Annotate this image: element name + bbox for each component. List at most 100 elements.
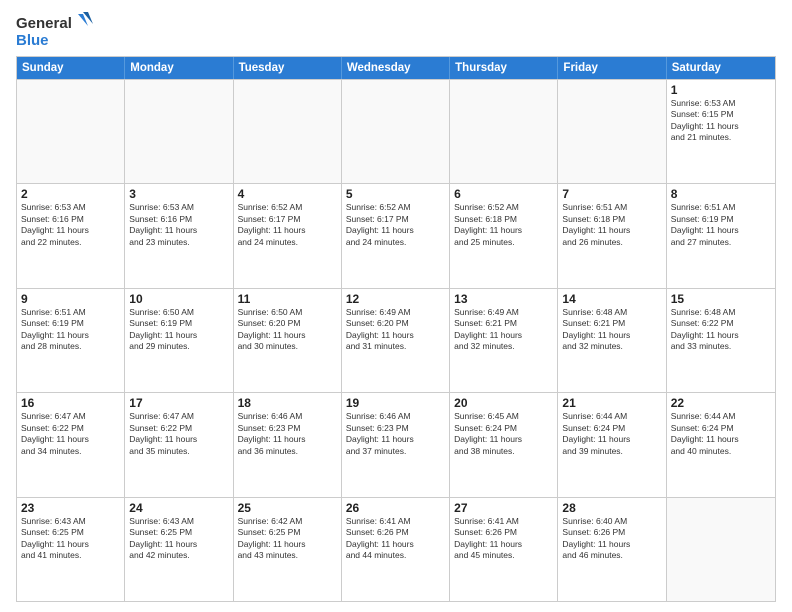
day-info: Sunrise: 6:51 AM Sunset: 6:19 PM Dayligh… (671, 202, 771, 248)
day-info: Sunrise: 6:53 AM Sunset: 6:16 PM Dayligh… (129, 202, 228, 248)
empty-cell-0-0 (17, 80, 125, 183)
day-number: 22 (671, 396, 771, 410)
day-number: 1 (671, 83, 771, 97)
day-28: 28Sunrise: 6:40 AM Sunset: 6:26 PM Dayli… (558, 498, 666, 601)
day-number: 15 (671, 292, 771, 306)
day-info: Sunrise: 6:47 AM Sunset: 6:22 PM Dayligh… (129, 411, 228, 457)
day-info: Sunrise: 6:40 AM Sunset: 6:26 PM Dayligh… (562, 516, 661, 562)
day-info: Sunrise: 6:46 AM Sunset: 6:23 PM Dayligh… (346, 411, 445, 457)
header-saturday: Saturday (667, 57, 775, 79)
day-12: 12Sunrise: 6:49 AM Sunset: 6:20 PM Dayli… (342, 289, 450, 392)
day-22: 22Sunrise: 6:44 AM Sunset: 6:24 PM Dayli… (667, 393, 775, 496)
day-10: 10Sunrise: 6:50 AM Sunset: 6:19 PM Dayli… (125, 289, 233, 392)
calendar-row-1: 2Sunrise: 6:53 AM Sunset: 6:16 PM Daylig… (17, 183, 775, 287)
calendar-header: SundayMondayTuesdayWednesdayThursdayFrid… (17, 57, 775, 79)
day-number: 3 (129, 187, 228, 201)
empty-cell-4-6 (667, 498, 775, 601)
day-5: 5Sunrise: 6:52 AM Sunset: 6:17 PM Daylig… (342, 184, 450, 287)
day-7: 7Sunrise: 6:51 AM Sunset: 6:18 PM Daylig… (558, 184, 666, 287)
day-info: Sunrise: 6:48 AM Sunset: 6:22 PM Dayligh… (671, 307, 771, 353)
day-info: Sunrise: 6:45 AM Sunset: 6:24 PM Dayligh… (454, 411, 553, 457)
day-info: Sunrise: 6:50 AM Sunset: 6:19 PM Dayligh… (129, 307, 228, 353)
day-15: 15Sunrise: 6:48 AM Sunset: 6:22 PM Dayli… (667, 289, 775, 392)
day-info: Sunrise: 6:53 AM Sunset: 6:15 PM Dayligh… (671, 98, 771, 144)
calendar: SundayMondayTuesdayWednesdayThursdayFrid… (16, 56, 776, 602)
day-number: 14 (562, 292, 661, 306)
day-13: 13Sunrise: 6:49 AM Sunset: 6:21 PM Dayli… (450, 289, 558, 392)
day-number: 25 (238, 501, 337, 515)
day-27: 27Sunrise: 6:41 AM Sunset: 6:26 PM Dayli… (450, 498, 558, 601)
day-number: 8 (671, 187, 771, 201)
svg-text:Blue: Blue (16, 32, 49, 49)
calendar-body: 1Sunrise: 6:53 AM Sunset: 6:15 PM Daylig… (17, 79, 775, 601)
day-3: 3Sunrise: 6:53 AM Sunset: 6:16 PM Daylig… (125, 184, 233, 287)
empty-cell-0-3 (342, 80, 450, 183)
day-info: Sunrise: 6:48 AM Sunset: 6:21 PM Dayligh… (562, 307, 661, 353)
day-26: 26Sunrise: 6:41 AM Sunset: 6:26 PM Dayli… (342, 498, 450, 601)
svg-text:General: General (16, 15, 72, 32)
calendar-row-4: 23Sunrise: 6:43 AM Sunset: 6:25 PM Dayli… (17, 497, 775, 601)
day-info: Sunrise: 6:53 AM Sunset: 6:16 PM Dayligh… (21, 202, 120, 248)
day-info: Sunrise: 6:50 AM Sunset: 6:20 PM Dayligh… (238, 307, 337, 353)
day-number: 16 (21, 396, 120, 410)
empty-cell-0-4 (450, 80, 558, 183)
day-info: Sunrise: 6:41 AM Sunset: 6:26 PM Dayligh… (454, 516, 553, 562)
day-18: 18Sunrise: 6:46 AM Sunset: 6:23 PM Dayli… (234, 393, 342, 496)
day-number: 11 (238, 292, 337, 306)
header-thursday: Thursday (450, 57, 558, 79)
calendar-row-2: 9Sunrise: 6:51 AM Sunset: 6:19 PM Daylig… (17, 288, 775, 392)
day-number: 5 (346, 187, 445, 201)
day-24: 24Sunrise: 6:43 AM Sunset: 6:25 PM Dayli… (125, 498, 233, 601)
header: GeneralBlue (16, 12, 776, 50)
empty-cell-0-5 (558, 80, 666, 183)
day-23: 23Sunrise: 6:43 AM Sunset: 6:25 PM Dayli… (17, 498, 125, 601)
day-number: 18 (238, 396, 337, 410)
day-number: 7 (562, 187, 661, 201)
day-1: 1Sunrise: 6:53 AM Sunset: 6:15 PM Daylig… (667, 80, 775, 183)
day-number: 17 (129, 396, 228, 410)
day-number: 27 (454, 501, 553, 515)
page: GeneralBlue SundayMondayTuesdayWednesday… (0, 0, 792, 612)
day-14: 14Sunrise: 6:48 AM Sunset: 6:21 PM Dayli… (558, 289, 666, 392)
day-2: 2Sunrise: 6:53 AM Sunset: 6:16 PM Daylig… (17, 184, 125, 287)
day-number: 24 (129, 501, 228, 515)
calendar-row-3: 16Sunrise: 6:47 AM Sunset: 6:22 PM Dayli… (17, 392, 775, 496)
day-info: Sunrise: 6:43 AM Sunset: 6:25 PM Dayligh… (129, 516, 228, 562)
day-info: Sunrise: 6:42 AM Sunset: 6:25 PM Dayligh… (238, 516, 337, 562)
day-number: 20 (454, 396, 553, 410)
day-number: 19 (346, 396, 445, 410)
day-number: 13 (454, 292, 553, 306)
day-16: 16Sunrise: 6:47 AM Sunset: 6:22 PM Dayli… (17, 393, 125, 496)
day-info: Sunrise: 6:44 AM Sunset: 6:24 PM Dayligh… (671, 411, 771, 457)
day-number: 4 (238, 187, 337, 201)
header-tuesday: Tuesday (234, 57, 342, 79)
day-number: 21 (562, 396, 661, 410)
day-21: 21Sunrise: 6:44 AM Sunset: 6:24 PM Dayli… (558, 393, 666, 496)
header-monday: Monday (125, 57, 233, 79)
day-19: 19Sunrise: 6:46 AM Sunset: 6:23 PM Dayli… (342, 393, 450, 496)
day-20: 20Sunrise: 6:45 AM Sunset: 6:24 PM Dayli… (450, 393, 558, 496)
day-number: 6 (454, 187, 553, 201)
logo-icon: GeneralBlue (16, 12, 96, 50)
day-info: Sunrise: 6:52 AM Sunset: 6:18 PM Dayligh… (454, 202, 553, 248)
day-info: Sunrise: 6:41 AM Sunset: 6:26 PM Dayligh… (346, 516, 445, 562)
day-info: Sunrise: 6:49 AM Sunset: 6:20 PM Dayligh… (346, 307, 445, 353)
day-number: 26 (346, 501, 445, 515)
header-wednesday: Wednesday (342, 57, 450, 79)
calendar-row-0: 1Sunrise: 6:53 AM Sunset: 6:15 PM Daylig… (17, 79, 775, 183)
day-number: 28 (562, 501, 661, 515)
day-6: 6Sunrise: 6:52 AM Sunset: 6:18 PM Daylig… (450, 184, 558, 287)
empty-cell-0-1 (125, 80, 233, 183)
day-number: 12 (346, 292, 445, 306)
day-8: 8Sunrise: 6:51 AM Sunset: 6:19 PM Daylig… (667, 184, 775, 287)
day-info: Sunrise: 6:44 AM Sunset: 6:24 PM Dayligh… (562, 411, 661, 457)
day-4: 4Sunrise: 6:52 AM Sunset: 6:17 PM Daylig… (234, 184, 342, 287)
day-25: 25Sunrise: 6:42 AM Sunset: 6:25 PM Dayli… (234, 498, 342, 601)
day-number: 2 (21, 187, 120, 201)
day-info: Sunrise: 6:47 AM Sunset: 6:22 PM Dayligh… (21, 411, 120, 457)
day-info: Sunrise: 6:51 AM Sunset: 6:18 PM Dayligh… (562, 202, 661, 248)
day-number: 10 (129, 292, 228, 306)
day-info: Sunrise: 6:52 AM Sunset: 6:17 PM Dayligh… (238, 202, 337, 248)
day-info: Sunrise: 6:46 AM Sunset: 6:23 PM Dayligh… (238, 411, 337, 457)
day-17: 17Sunrise: 6:47 AM Sunset: 6:22 PM Dayli… (125, 393, 233, 496)
